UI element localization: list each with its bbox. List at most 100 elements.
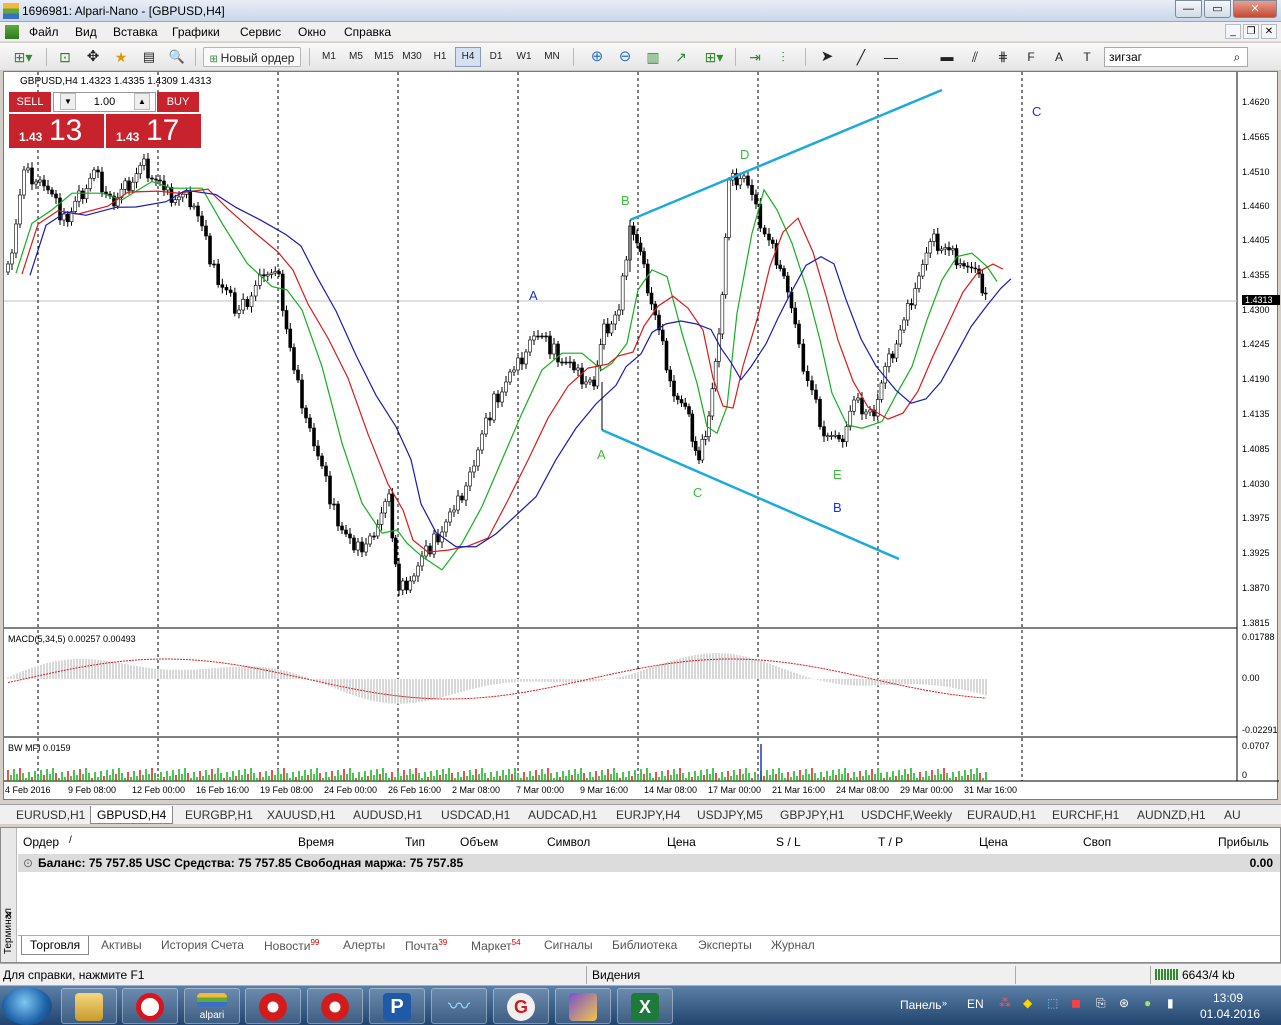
new-chart-icon[interactable]: ⊞▾ — [8, 47, 38, 67]
tab-alerts[interactable]: Алерты — [343, 938, 385, 952]
sell-price-box[interactable]: 1.43 13 — [9, 114, 104, 148]
tab-library[interactable]: Библиотека — [612, 938, 677, 952]
symbol-tab[interactable]: AUDUSD,H1 — [353, 806, 422, 824]
symbol-tab[interactable]: USDCHF,Weekly — [861, 806, 952, 824]
tab-history[interactable]: История Счета — [161, 938, 244, 952]
tf-h4[interactable]: H4 — [455, 47, 481, 67]
menu-insert[interactable]: Вставка — [113, 25, 158, 39]
taskbar-chart-app[interactable]: 〰 — [431, 988, 487, 1024]
symbol-tab[interactable]: USDJPY,M5 — [697, 806, 763, 824]
fibonacci-icon[interactable]: ⋕ — [993, 47, 1013, 67]
tray-update-icon[interactable]: ● — [1144, 996, 1151, 1010]
tab-trade[interactable]: Торговля — [21, 936, 90, 955]
tray-g-icon[interactable]: ◼ — [1071, 996, 1081, 1010]
horizontal-line-icon[interactable]: — — [881, 47, 901, 67]
tray-panel[interactable]: Панель — [900, 998, 941, 1012]
chart-minimize-button[interactable]: _ — [1225, 24, 1241, 39]
taskbar-file-manager[interactable] — [61, 988, 117, 1024]
menu-help[interactable]: Справка — [344, 25, 391, 39]
taskbar-pen-app[interactable] — [555, 988, 611, 1024]
sell-button[interactable]: SELL — [9, 92, 51, 112]
tray-panel-arrow-icon[interactable]: » — [942, 998, 947, 1008]
symbol-tab[interactable]: EURUSD,H1 — [16, 806, 85, 824]
tray-lang[interactable]: EN — [967, 997, 984, 1011]
tray-time[interactable]: 13:09 — [1213, 991, 1243, 1005]
tf-m1[interactable]: M1 — [316, 47, 342, 67]
taskbar-g-app[interactable]: G — [493, 988, 549, 1024]
symbol-tab[interactable]: GBPJPY,H1 — [780, 806, 844, 824]
indicators-icon[interactable]: ⊞▾ — [699, 47, 729, 67]
symbol-tab[interactable]: AUDNZD,H1 — [1137, 806, 1206, 824]
symbol-tab[interactable]: XAUUSD,H1 — [267, 806, 336, 824]
text-label-icon[interactable]: A — [1049, 47, 1069, 67]
taskbar-excel[interactable]: X — [617, 988, 673, 1024]
menu-file[interactable]: Файл — [29, 25, 59, 39]
maximize-button[interactable]: ▭ — [1204, 0, 1231, 18]
search-input[interactable] — [1104, 47, 1248, 67]
taskbar-alpari[interactable]: alpari — [184, 988, 240, 1024]
symbol-tab[interactable]: AU — [1224, 806, 1241, 824]
lot-increase-arrow[interactable]: ▲ — [134, 93, 150, 110]
zoom-out-icon[interactable]: ⊖ — [615, 47, 635, 67]
balance-row[interactable]: ⊙ Баланс: 75 757.85 USC Средства: 75 757… — [18, 854, 1280, 872]
tray-date[interactable]: 01.04.2016 — [1200, 1007, 1260, 1021]
col-header[interactable]: Ордер — [23, 835, 59, 849]
tray-screen-icon[interactable]: ⬚ — [1047, 996, 1058, 1010]
tab-assets[interactable]: Активы — [101, 938, 142, 952]
tab-market[interactable]: Маркет54 — [471, 938, 521, 953]
tray-notify-icon[interactable]: ◆ — [1023, 996, 1032, 1010]
col-header[interactable]: Время — [298, 835, 334, 849]
start-button[interactable] — [2, 987, 52, 1025]
market-watch-icon[interactable]: ⊡ — [55, 47, 75, 67]
taskbar-p-app[interactable]: P — [369, 988, 425, 1024]
menu-tools[interactable]: Сервис — [240, 25, 281, 39]
terminal-icon[interactable]: ▤ — [139, 47, 159, 67]
tf-m15[interactable]: M15 — [371, 47, 397, 67]
tile-windows-icon[interactable]: ▥ — [643, 47, 663, 67]
col-header[interactable]: Цена — [667, 835, 696, 849]
col-header[interactable]: Тип — [405, 835, 425, 849]
minimize-button[interactable]: — — [1175, 0, 1202, 18]
chart-window-icon[interactable] — [5, 25, 19, 39]
col-header[interactable]: Объем — [460, 835, 498, 849]
tf-mn[interactable]: MN — [539, 47, 565, 67]
symbol-tab[interactable]: EURCHF,H1 — [1052, 806, 1119, 824]
gann-icon[interactable]: F — [1021, 47, 1041, 67]
symbol-tab[interactable]: EURAUD,H1 — [967, 806, 1036, 824]
buy-price-box[interactable]: 1.43 17 — [106, 114, 201, 148]
tray-monitor-icon[interactable]: ⎘ — [1096, 996, 1106, 1011]
tf-d1[interactable]: D1 — [483, 47, 509, 67]
chart-shift-icon[interactable]: ⇥ — [745, 47, 765, 67]
search-icon[interactable]: ⌕ — [1229, 49, 1245, 65]
auto-scroll-icon[interactable]: ↗ — [671, 47, 691, 67]
tab-experts[interactable]: Эксперты — [698, 938, 752, 952]
tf-w1[interactable]: W1 — [511, 47, 537, 67]
status-profile[interactable]: Видения — [592, 968, 640, 982]
symbol-tab-active[interactable]: GBPUSD,H4 — [90, 806, 174, 824]
crosshair-nav-icon[interactable]: ✥ — [83, 47, 103, 67]
tab-news[interactable]: Новости99 — [264, 938, 319, 953]
symbol-tab[interactable]: EURGBP,H1 — [185, 806, 253, 824]
tray-volume-icon[interactable]: ⊛ — [1119, 996, 1129, 1010]
rectangle-icon[interactable]: ▬ — [937, 47, 957, 67]
symbol-tab[interactable]: AUDCAD,H1 — [528, 806, 597, 824]
col-header[interactable]: Символ — [547, 835, 590, 849]
tab-journal[interactable]: Журнал — [771, 938, 815, 952]
symbol-tab[interactable]: USDCAD,H1 — [441, 806, 510, 824]
zoom-in-icon[interactable]: ⊕ — [587, 47, 607, 67]
tf-h1[interactable]: H1 — [427, 47, 453, 67]
lot-decrease-arrow[interactable]: ▼ — [60, 93, 76, 110]
col-header[interactable]: S / L — [776, 835, 801, 849]
text-tool-icon[interactable]: T — [1077, 47, 1097, 67]
new-order-button[interactable]: ⊞ Новый ордер — [203, 47, 301, 67]
close-button[interactable]: ✕ — [1233, 0, 1277, 18]
taskbar-opera[interactable] — [122, 988, 178, 1024]
trendline-icon[interactable]: ╱ — [851, 47, 871, 67]
chart-restore-button[interactable]: ❐ — [1243, 24, 1259, 39]
period-separators-icon[interactable]: ⫶ — [773, 47, 793, 67]
tab-signals[interactable]: Сигналы — [544, 938, 593, 952]
navigator-icon[interactable]: ★ — [111, 47, 131, 67]
tab-mail[interactable]: Почта39 — [405, 938, 447, 953]
menu-view[interactable]: Вид — [75, 25, 97, 39]
col-header[interactable]: Своп — [1083, 835, 1111, 849]
